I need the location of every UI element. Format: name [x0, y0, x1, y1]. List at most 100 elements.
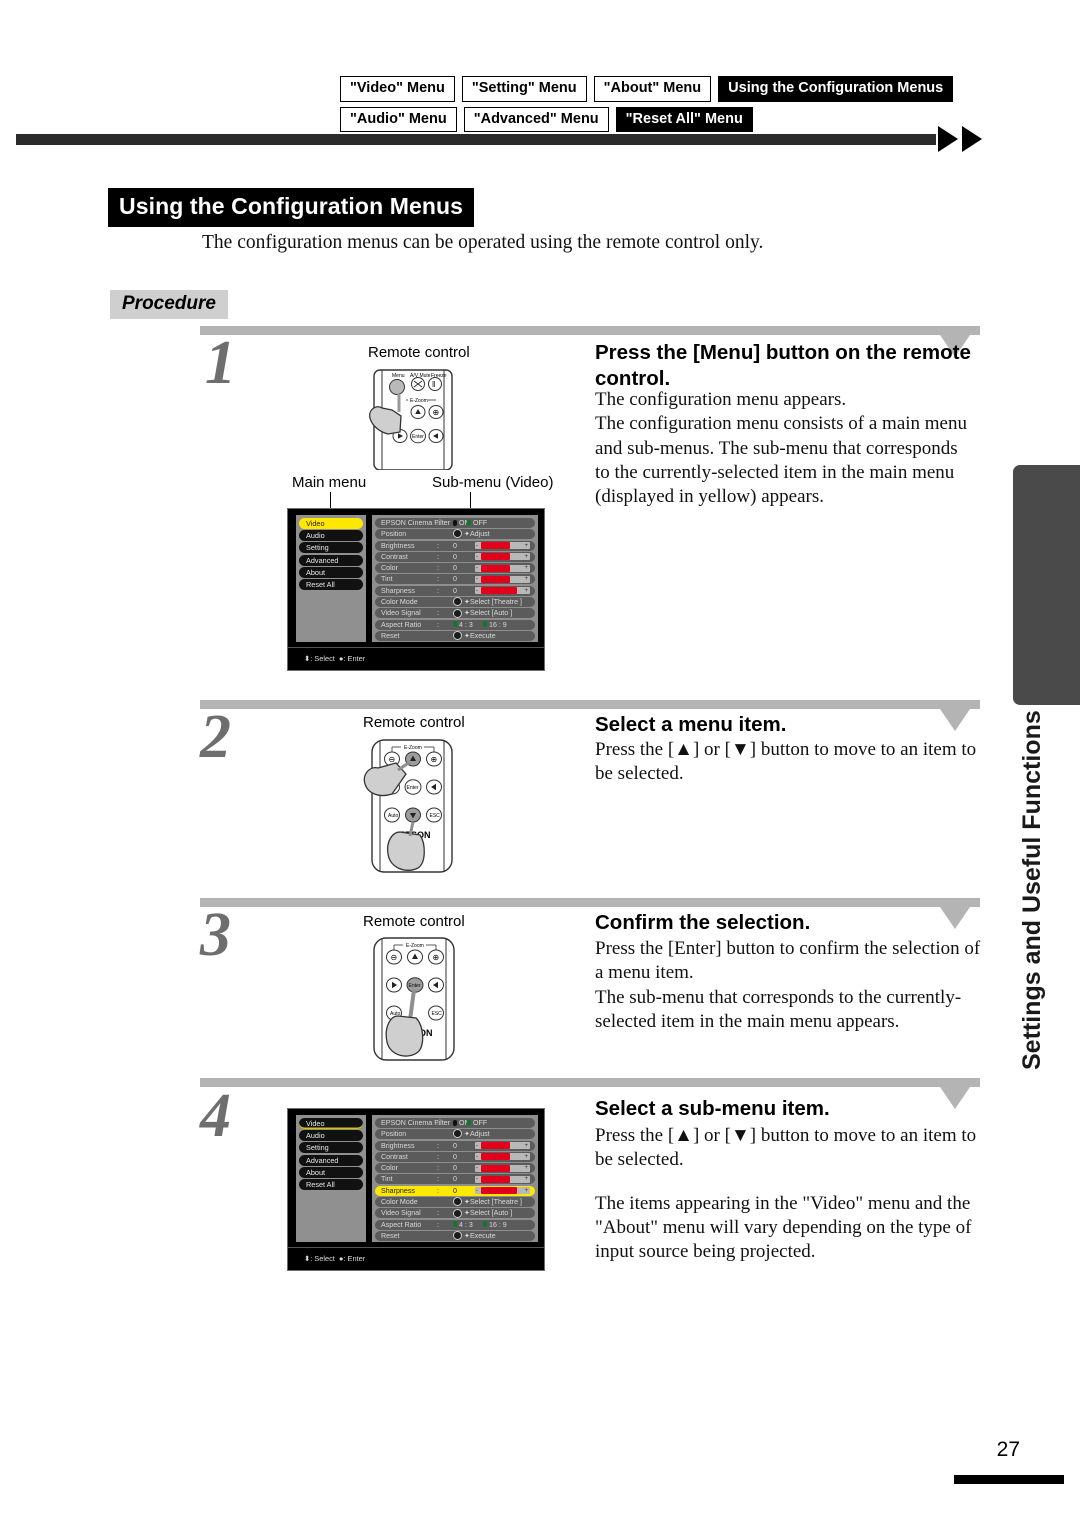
sub-menu-row-position[interactable]: Position ✦Adjust [375, 1129, 535, 1140]
slider-minus[interactable]: - [476, 1187, 478, 1195]
main-menu-item-reset-all[interactable]: Reset All [299, 1178, 363, 1190]
step-number-2: 2 [200, 703, 231, 771]
radio-icon-16-9[interactable] [483, 621, 487, 628]
sub-menu-row-tint[interactable]: Tint : 0 - + [375, 574, 535, 585]
row-colon: : [437, 519, 439, 527]
row-label: Position [381, 530, 407, 539]
slider-minus[interactable]: - [476, 542, 478, 550]
sub-menu-row-aspect-ratio[interactable]: Aspect Ratio : 4 : 3 16 : 9 [375, 1219, 535, 1230]
slider-minus[interactable]: - [476, 1142, 478, 1150]
radio-icon-on[interactable] [453, 519, 457, 526]
slider-tint[interactable]: - + [475, 575, 530, 583]
row-colon: : [437, 1220, 439, 1229]
svg-text:Enter: Enter [412, 434, 424, 440]
slider-plus[interactable]: + [524, 1187, 528, 1195]
radio-icon-off[interactable] [467, 1119, 471, 1126]
main-menu-item-video[interactable]: Video [299, 518, 363, 529]
slider-plus[interactable]: + [524, 553, 528, 561]
slider-plus[interactable]: + [524, 542, 528, 550]
header-tab-row-1: "Video" Menu "Setting" Menu "About" Menu… [340, 76, 1000, 102]
slider-plus[interactable]: + [524, 1164, 528, 1172]
main-menu-item-setting[interactable]: Setting [299, 542, 363, 554]
slider-plus[interactable]: + [524, 575, 528, 583]
main-menu-item-advanced[interactable]: Advanced [299, 554, 363, 566]
row-label: Tint [381, 1175, 393, 1184]
svg-text:E-Zoom: E-Zoom [410, 398, 428, 404]
slider-minus[interactable]: - [476, 1164, 478, 1172]
slider-color[interactable]: - + [475, 1164, 530, 1172]
tab-video-menu[interactable]: "Video" Menu [340, 76, 455, 102]
slider-plus[interactable]: + [524, 564, 528, 572]
sub-menu-row-color[interactable]: Color : 0 - + [375, 1163, 535, 1174]
sub-menu-row-video-signal[interactable]: Video Signal : ✦Select [Auto ] [375, 608, 535, 619]
sub-menu-row-reset[interactable]: Reset ✦Execute [375, 1230, 535, 1241]
sub-menu-row-reset[interactable]: Reset ✦Execute [375, 630, 535, 641]
slider-minus[interactable]: - [476, 564, 478, 572]
sub-menu-row-aspect-ratio[interactable]: Aspect Ratio : 4 : 3 16 : 9 [375, 619, 535, 630]
sub-menu-row-video-signal[interactable]: Video Signal : ✦Select [Auto ] [375, 1208, 535, 1219]
slider-contrast[interactable]: - + [475, 1153, 530, 1161]
sub-menu-row-color-mode[interactable]: Color Mode ✦Select [Theatre ] [375, 597, 535, 608]
main-menu-item-advanced[interactable]: Advanced [299, 1154, 363, 1166]
slider-minus[interactable]: - [476, 587, 478, 595]
sub-menu-row-epson-cinema-filter[interactable]: EPSON Cinema Filter : ON OFF [375, 518, 535, 528]
slider-contrast[interactable]: - + [475, 553, 530, 561]
row-label: Contrast [381, 552, 408, 561]
main-menu-item-audio[interactable]: Audio [299, 530, 363, 542]
radio-icon-4-3[interactable] [453, 621, 457, 628]
sub-menu-row-color[interactable]: Color : 0 - + [375, 563, 535, 574]
header-arrow-icon-2 [962, 126, 982, 152]
slider-sharpness[interactable]: - + [475, 587, 530, 595]
slider-sharpness[interactable]: - + [475, 1187, 530, 1195]
sub-menu-row-position[interactable]: Position ✦Adjust [375, 529, 535, 540]
sub-menu-row-color-mode[interactable]: Color Mode ✦Select [Theatre ] [375, 1197, 535, 1208]
step-number-3: 3 [200, 901, 231, 969]
sub-menu-row-sharpness[interactable]: Sharpness : 0 - + [375, 1185, 535, 1196]
row-label: Color Mode [381, 598, 418, 607]
radio-icon-off[interactable] [467, 519, 471, 526]
slider-plus[interactable]: + [524, 587, 528, 595]
sub-menu-row-brightness[interactable]: Brightness : 0 - + [375, 1140, 535, 1151]
main-menu-item-about[interactable]: About [299, 566, 363, 578]
sub-menu-row-epson-cinema-filter[interactable]: EPSON Cinema Filter : ON OFF [375, 1118, 535, 1128]
tab-using-the-configuration-menus[interactable]: Using the Configuration Menus [718, 76, 954, 102]
slider-plus[interactable]: + [524, 1175, 528, 1183]
svg-text:Auto: Auto [388, 813, 399, 819]
svg-text:⊕: ⊕ [433, 408, 440, 417]
main-menu-item-reset-all[interactable]: Reset All [299, 578, 363, 590]
sub-menu-row-brightness[interactable]: Brightness : 0 - + [375, 540, 535, 551]
slider-minus[interactable]: - [476, 1153, 478, 1161]
sub-menu-row-tint[interactable]: Tint : 0 - + [375, 1174, 535, 1185]
svg-text:Enter: Enter [409, 983, 421, 989]
slider-tint[interactable]: - + [475, 1175, 530, 1183]
slider-brightness[interactable]: - + [475, 542, 530, 550]
tab-audio-menu[interactable]: "Audio" Menu [340, 106, 457, 133]
tab-advanced-menu[interactable]: "Advanced" Menu [463, 106, 609, 133]
main-menu-item-about[interactable]: About [299, 1166, 363, 1178]
main-menu-item-video[interactable]: Video [299, 1118, 363, 1129]
tab-setting-menu[interactable]: "Setting" Menu [461, 76, 587, 102]
radio-icon-16-9[interactable] [483, 1221, 487, 1228]
main-menu-item-setting[interactable]: Setting [299, 1142, 363, 1154]
enter-knob-icon [453, 529, 462, 539]
slider-brightness[interactable]: - + [475, 1142, 530, 1150]
slider-minus[interactable]: - [476, 1175, 478, 1183]
row-colon: : [437, 552, 439, 561]
side-tab-label: Settings and Useful Functions [1018, 710, 1046, 1070]
slider-minus[interactable]: - [476, 575, 478, 583]
slider-minus[interactable]: - [476, 553, 478, 561]
radio-icon-4-3[interactable] [453, 1221, 457, 1228]
procedure-label: Procedure [110, 290, 228, 319]
tab-reset-all-menu[interactable]: "Reset All" Menu [615, 106, 753, 133]
radio-label-16-9: 16 : 9 [489, 620, 507, 629]
sub-menu-row-sharpness[interactable]: Sharpness : 0 - + [375, 585, 535, 596]
main-menu-item-audio[interactable]: Audio [299, 1130, 363, 1142]
sub-menu-row-contrast[interactable]: Contrast : 0 - + [375, 1151, 535, 1162]
slider-plus[interactable]: + [524, 1142, 528, 1150]
row-value: 0 [453, 1164, 457, 1173]
tab-about-menu[interactable]: "About" Menu [593, 76, 712, 102]
slider-plus[interactable]: + [524, 1153, 528, 1161]
slider-color[interactable]: - + [475, 564, 530, 572]
sub-menu-row-contrast[interactable]: Contrast : 0 - + [375, 551, 535, 562]
radio-icon-on[interactable] [453, 1119, 457, 1126]
